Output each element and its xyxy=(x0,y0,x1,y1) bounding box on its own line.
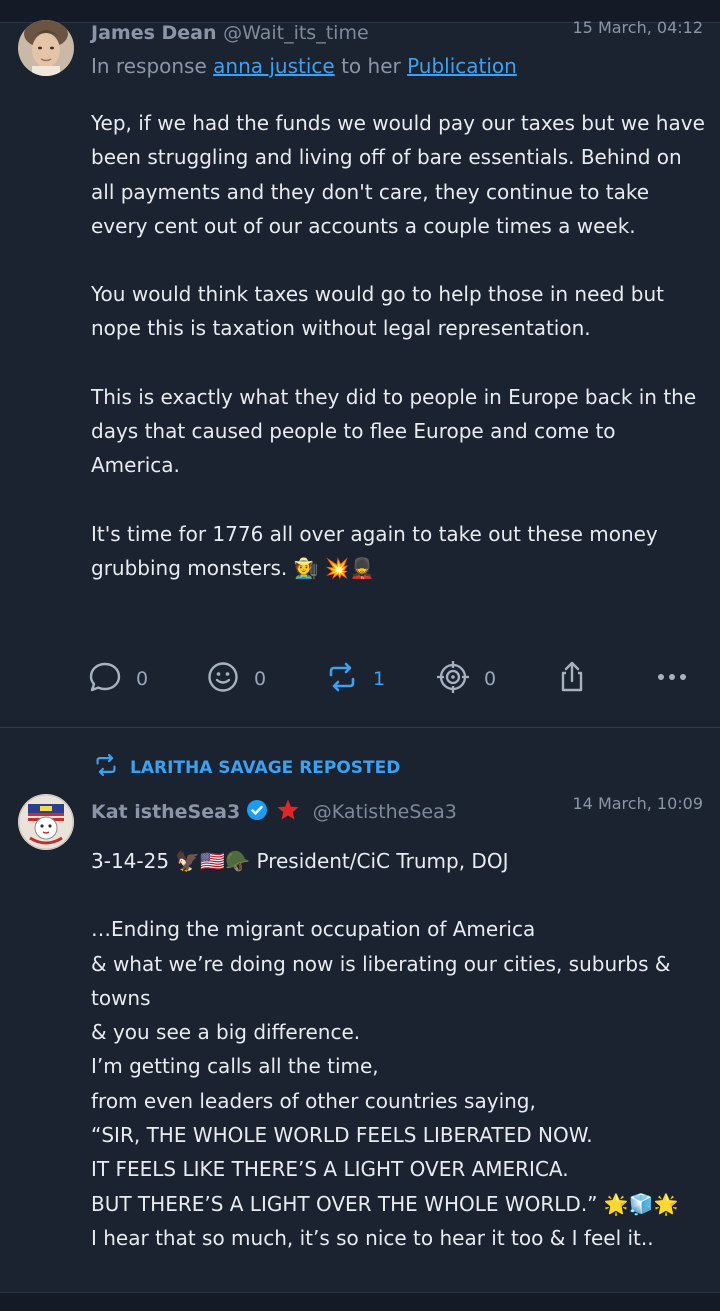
share-icon xyxy=(555,660,589,698)
target-button[interactable]: 0 xyxy=(436,654,496,704)
share-button[interactable] xyxy=(555,654,589,704)
comment-bubble-icon xyxy=(88,660,122,698)
target-icon xyxy=(436,660,470,698)
reaction-count: 0 xyxy=(254,668,267,690)
star-icon xyxy=(276,798,300,827)
more-button[interactable] xyxy=(655,654,689,704)
post-timestamp[interactable]: 14 March, 10:09 xyxy=(573,794,704,813)
reply-prefix: In response xyxy=(91,54,207,78)
author-avatar[interactable] xyxy=(18,794,74,850)
repost-count: 1 xyxy=(373,668,386,690)
more-dots-icon xyxy=(655,660,689,698)
repost-button[interactable]: 1 xyxy=(325,654,385,704)
comment-button[interactable]: 0 xyxy=(88,654,148,704)
verified-badge-icon xyxy=(246,799,268,826)
author-name[interactable]: Kat istheSea3 xyxy=(91,801,240,823)
repost-icon xyxy=(93,752,130,783)
author-avatar[interactable] xyxy=(18,20,74,76)
post-body: Yep, if we had the funds we would pay ou… xyxy=(91,106,706,585)
repost-icon xyxy=(325,660,359,698)
post-paragraph: …Ending the migrant occupation of Americ… xyxy=(91,917,679,1250)
post-body: 3-14-25 🦅🇺🇸🪖 President/CiC Trump, DOJ …E… xyxy=(91,844,706,1255)
reply-context: In response anna justice to her Publicat… xyxy=(91,54,517,78)
author-handle[interactable]: @KatistheSea3 xyxy=(313,801,457,823)
reply-target-link[interactable]: Publication xyxy=(407,54,517,78)
post-timestamp[interactable]: 15 March, 04:12 xyxy=(573,18,704,37)
post-paragraph: 3-14-25 🦅🇺🇸🪖 President/CiC Trump, DOJ xyxy=(91,849,509,873)
author-handle[interactable]: @Wait_its_time xyxy=(223,22,369,44)
target-count: 0 xyxy=(484,668,497,690)
repost-label: LARITHA SAVAGE REPOSTED xyxy=(130,757,401,778)
author-line[interactable]: James Dean @Wait_its_time xyxy=(91,22,369,44)
action-bar: 0 0 1 0 xyxy=(0,654,720,704)
reply-middle: to her xyxy=(341,54,401,78)
smiley-icon xyxy=(206,660,240,698)
post-paragraph: You would think taxes would go to help t… xyxy=(91,282,664,341)
author-line[interactable]: Kat istheSea3 @KatistheSea3 xyxy=(91,798,457,827)
post-paragraph: This is exactly what they did to people … xyxy=(91,384,697,478)
reaction-button[interactable]: 0 xyxy=(206,654,266,704)
bottom-bar xyxy=(0,1292,720,1311)
post-card[interactable]: James Dean @Wait_its_time 15 March, 04:1… xyxy=(0,18,720,728)
author-name[interactable]: James Dean xyxy=(91,22,217,44)
post-paragraph: It's time for 1776 all over again to tak… xyxy=(91,521,658,580)
post-paragraph: Yep, if we had the funds we would pay ou… xyxy=(91,111,705,238)
reply-user-link[interactable]: anna justice xyxy=(213,54,335,78)
post-card[interactable]: LARITHA SAVAGE REPOSTED Kat istheSea3 @K… xyxy=(0,728,720,1310)
repost-banner[interactable]: LARITHA SAVAGE REPOSTED xyxy=(93,752,400,783)
comment-count: 0 xyxy=(136,668,149,690)
